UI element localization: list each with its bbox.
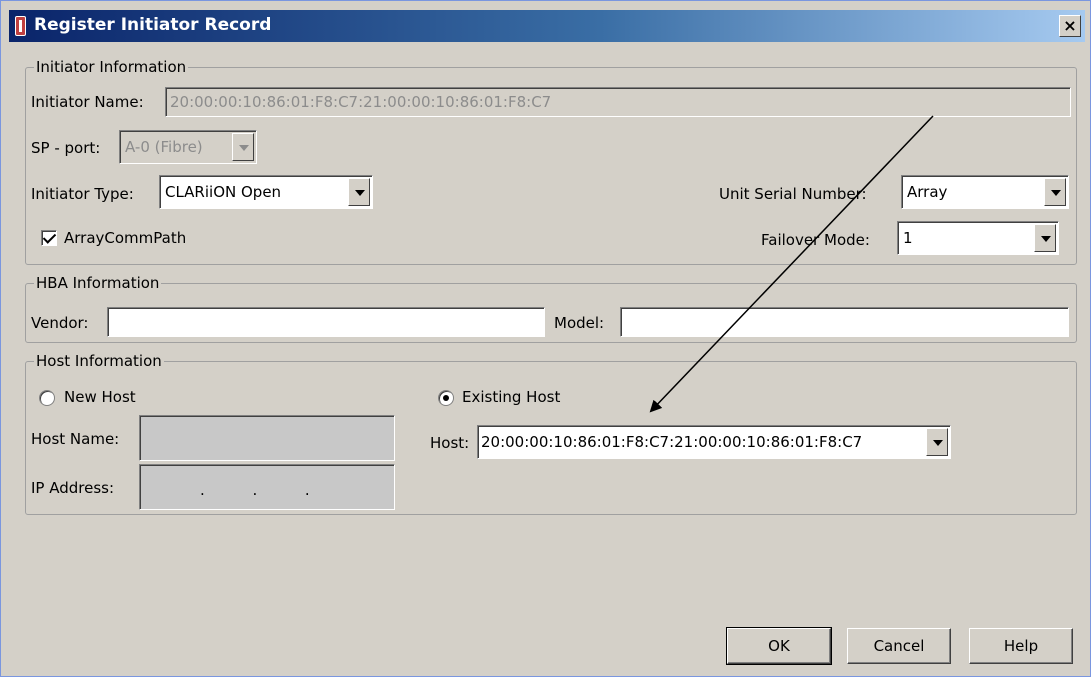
title-bar[interactable]: Register Initiator Record × [9, 10, 1085, 42]
ip-address-field[interactable]: . . . [139, 464, 395, 510]
unit-serial-number-value: Array [907, 183, 948, 201]
initiator-information-legend: Initiator Information [34, 58, 189, 76]
chevron-down-icon[interactable] [232, 133, 254, 161]
vendor-label: Vendor: [31, 314, 89, 332]
register-initiator-dialog: Register Initiator Record × Initiator In… [0, 0, 1091, 677]
hba-information-legend: HBA Information [34, 274, 162, 292]
initiator-name-label: Initiator Name: [31, 93, 144, 111]
failover-mode-select[interactable]: 1 [897, 221, 1059, 255]
model-field[interactable] [620, 307, 1069, 337]
host-select[interactable]: 20:00:00:10:86:01:F8:C7:21:00:00:10:86:0… [477, 425, 951, 459]
existing-host-radio[interactable] [438, 390, 454, 406]
initiator-name-field[interactable]: 20:00:00:10:86:01:F8:C7:21:00:00:10:86:0… [165, 87, 1071, 117]
model-label: Model: [554, 314, 605, 332]
failover-mode-label: Failover Mode: [761, 231, 870, 249]
arraycommpath-checkbox[interactable] [41, 230, 57, 246]
unit-serial-number-label: Unit Serial Number: [719, 185, 867, 203]
host-label: Host: [430, 434, 470, 452]
initiator-type-value: CLARiiON Open [165, 183, 282, 201]
cancel-button[interactable]: Cancel [847, 628, 951, 664]
initiator-type-label: Initiator Type: [31, 185, 134, 203]
existing-host-label: Existing Host [462, 388, 561, 406]
sp-port-value: A-0 (Fibre) [125, 138, 203, 156]
ip-address-label: IP Address: [31, 479, 115, 497]
host-value: 20:00:00:10:86:01:F8:C7:21:00:00:10:86:0… [481, 433, 863, 451]
failover-mode-value: 1 [903, 229, 913, 247]
new-host-label: New Host [64, 388, 136, 406]
chevron-down-icon[interactable] [1034, 224, 1056, 252]
initiator-type-select[interactable]: CLARiiON Open [159, 175, 373, 209]
sp-port-label: SP - port: [31, 139, 101, 157]
chevron-down-icon[interactable] [1044, 178, 1066, 206]
help-button[interactable]: Help [969, 628, 1073, 664]
chevron-down-icon[interactable] [348, 178, 370, 206]
sp-port-select[interactable]: A-0 (Fibre) [119, 130, 257, 164]
close-button[interactable]: × [1059, 15, 1081, 37]
arraycommpath-label: ArrayCommPath [64, 229, 187, 247]
ok-button[interactable]: OK [726, 627, 832, 665]
app-icon [15, 16, 26, 36]
new-host-radio[interactable] [39, 390, 55, 406]
host-information-legend: Host Information [34, 352, 164, 370]
host-name-label: Host Name: [31, 430, 120, 448]
unit-serial-number-select[interactable]: Array [901, 175, 1069, 209]
host-name-field[interactable] [139, 415, 395, 461]
dialog-title: Register Initiator Record [34, 15, 272, 35]
chevron-down-icon[interactable] [926, 428, 948, 456]
vendor-field[interactable] [107, 307, 545, 337]
